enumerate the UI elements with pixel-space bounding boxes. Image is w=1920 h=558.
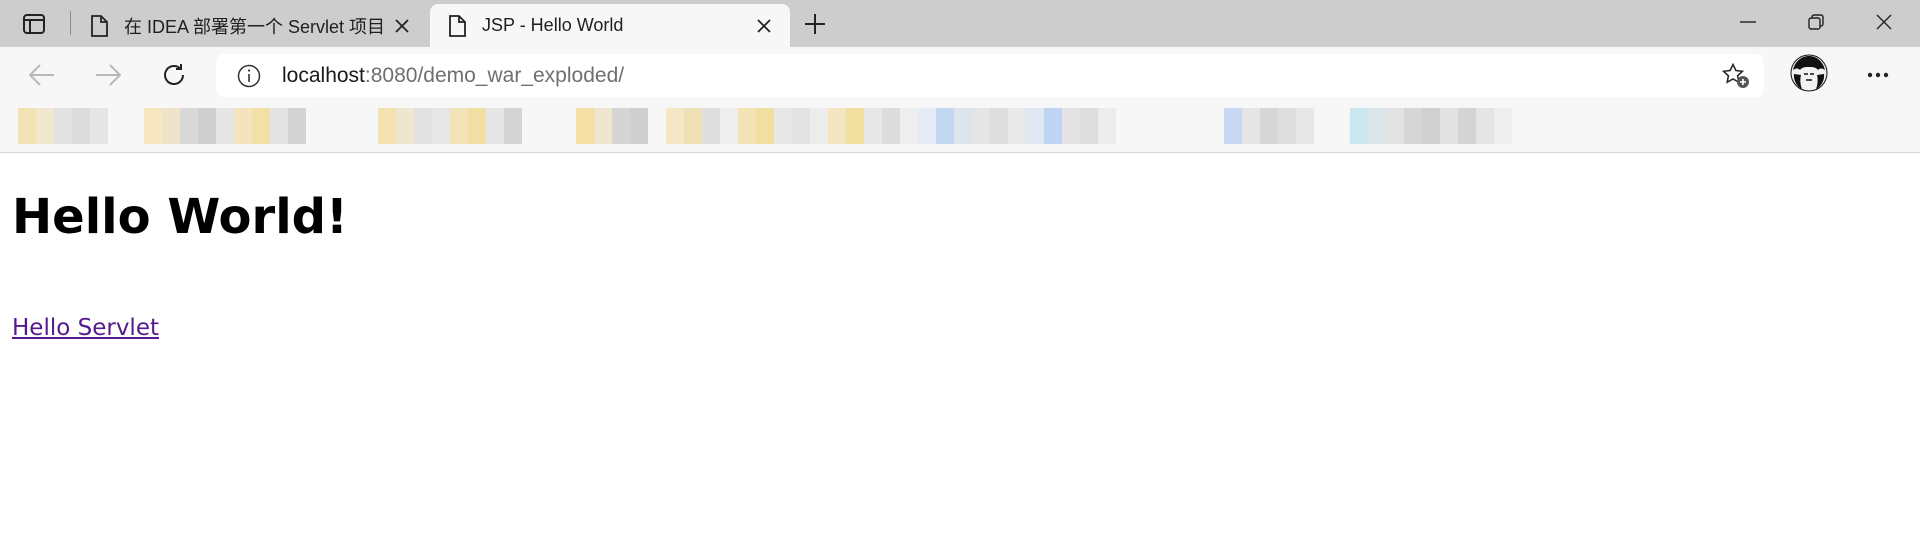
favorite-item[interactable] bbox=[666, 108, 1116, 144]
hello-servlet-link[interactable]: Hello Servlet bbox=[12, 315, 159, 341]
url-path: :8080/demo_war_exploded/ bbox=[364, 63, 625, 87]
favorite-item[interactable] bbox=[18, 108, 108, 144]
more-icon[interactable] bbox=[1858, 55, 1898, 95]
close-icon[interactable] bbox=[386, 10, 418, 42]
favorite-item[interactable] bbox=[1224, 108, 1314, 144]
page-icon bbox=[446, 14, 468, 38]
add-favorite-icon[interactable] bbox=[1720, 60, 1752, 92]
tab-actions-icon[interactable] bbox=[20, 10, 48, 38]
page-heading: Hello World! bbox=[12, 189, 348, 245]
favorite-item[interactable] bbox=[378, 108, 522, 144]
avatar[interactable] bbox=[1789, 53, 1829, 93]
url-text: localhost:8080/demo_war_exploded/ bbox=[282, 64, 624, 88]
info-icon[interactable] bbox=[234, 61, 264, 91]
tab-strip: 在 IDEA 部署第一个 Servlet 项目 JSP - Hello Worl… bbox=[0, 0, 1920, 47]
favorite-item[interactable] bbox=[576, 108, 648, 144]
page-icon bbox=[88, 14, 110, 38]
minimize-icon[interactable] bbox=[1714, 0, 1782, 44]
plus-icon[interactable] bbox=[799, 8, 831, 40]
toolbar: localhost:8080/demo_war_exploded/ bbox=[0, 47, 1920, 103]
address-bar[interactable]: localhost:8080/demo_war_exploded/ bbox=[216, 54, 1764, 97]
tab-title: JSP - Hello World bbox=[482, 15, 624, 35]
tab-separator bbox=[70, 11, 71, 35]
close-icon[interactable] bbox=[748, 10, 780, 42]
close-window-icon[interactable] bbox=[1850, 0, 1918, 44]
favorite-item[interactable] bbox=[1350, 108, 1512, 144]
tab-title: 在 IDEA 部署第一个 Servlet 项目 bbox=[124, 16, 386, 37]
favorites-bar bbox=[0, 103, 1920, 153]
tab-servlet-article[interactable]: 在 IDEA 部署第一个 Servlet 项目 bbox=[72, 4, 428, 47]
restore-icon[interactable] bbox=[1782, 0, 1850, 44]
back-arrow-icon[interactable] bbox=[22, 55, 62, 95]
page-content: Hello World! Hello Servlet bbox=[0, 153, 1920, 558]
url-host: localhost bbox=[282, 63, 365, 87]
favorite-item[interactable] bbox=[144, 108, 306, 144]
forward-arrow-icon[interactable] bbox=[88, 55, 128, 95]
refresh-icon[interactable] bbox=[154, 55, 194, 95]
tab-jsp-hello-world[interactable]: JSP - Hello World bbox=[430, 4, 790, 47]
